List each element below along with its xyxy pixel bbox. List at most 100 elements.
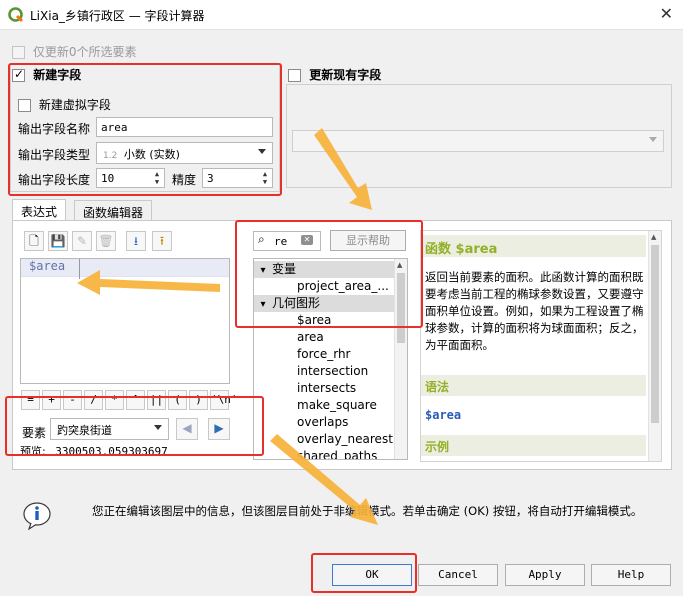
virtual-field-checkbox[interactable] (18, 99, 31, 112)
feature-select[interactable]: 趵突泉街道 (50, 418, 169, 440)
field-name-input[interactable]: area (96, 117, 273, 137)
ok-button[interactable]: OK (332, 564, 412, 586)
search-icon: ⌕ (258, 232, 265, 246)
tab-expression[interactable]: 表达式 (12, 199, 67, 221)
expression-text: $area (29, 259, 66, 273)
help-examples-band: 示例 (421, 435, 646, 456)
import-icon[interactable]: ⭳ (126, 231, 146, 251)
field-length-spinbox[interactable]: 10 ▲ ▼ (96, 168, 165, 188)
preview-value: 3300503.059303697 (55, 445, 168, 455)
field-name-label: 输出字段名称 (18, 122, 91, 136)
tree-item[interactable]: $area (297, 312, 331, 329)
help-syntax-label: 语法 (425, 380, 450, 394)
new-file-icon[interactable]: 🗋 (24, 231, 44, 251)
help-examples-label: 示例 (425, 440, 450, 454)
export-icon[interactable]: ⭱ (152, 231, 172, 251)
info-message: 您正在编辑该图层中的信息，但该图层目前处于非编辑模式。若单击确定 (OK) 按钮… (92, 504, 643, 518)
edit-icon: ✎ (72, 231, 92, 251)
spin-up-icon[interactable]: ▲ (152, 170, 162, 178)
preview-label: 预览: (20, 445, 46, 455)
next-feature-button[interactable]: ▶ (208, 418, 230, 440)
apply-button[interactable]: Apply (505, 564, 585, 586)
previous-feature-button[interactable]: ◀ (176, 418, 198, 440)
tree-group[interactable]: ▾ 变量 (254, 261, 394, 278)
field-length-label: 输出字段长度 (18, 173, 91, 187)
tree-item[interactable]: overlay_nearest (297, 431, 393, 448)
help-panel: 函数 $area 返回当前要素的面积。此函数计算的面积既要考虑当前工程的椭球参数… (420, 230, 662, 462)
search-value: re (274, 235, 288, 248)
precision-label: 精度 (172, 173, 197, 187)
operator-button[interactable]: / (84, 390, 103, 410)
show-help-button[interactable]: 显示帮助 (330, 230, 406, 251)
expression-editor[interactable]: $area (20, 258, 230, 384)
help-scrollbar[interactable]: ▲ (648, 231, 661, 461)
tree-item[interactable]: shared_paths (297, 448, 377, 459)
preview: 预览: 3300503.059303697 (20, 445, 168, 455)
update-existing-checkbox[interactable] (288, 69, 301, 82)
chevron-down-icon (154, 425, 162, 430)
tree-item[interactable]: project_area_... (297, 278, 389, 295)
new-field-checkbox[interactable] (12, 67, 25, 82)
function-tree[interactable]: ▾ 变量 project_area_... ▾ 几何图形 $area area force_r… (253, 258, 408, 460)
operator-button[interactable]: = (21, 390, 40, 410)
operator-button[interactable]: ^ (126, 390, 145, 410)
window-title: LiXia_乡镇行政区 — 字段计算器 (30, 9, 205, 23)
tree-scrollbar-thumb[interactable] (397, 273, 405, 343)
tree-item[interactable]: make_square (297, 397, 377, 414)
precision-value: 3 (207, 172, 214, 185)
field-length-value: 10 (101, 172, 115, 185)
chevron-down-icon (649, 137, 657, 142)
existing-field-select (292, 130, 664, 152)
spin-down-icon[interactable]: ▼ (260, 178, 270, 186)
current-line: $area (21, 259, 229, 277)
update-selected-label: 仅更新0个所选要素 (32, 45, 137, 59)
clear-search-icon[interactable]: ✕ (301, 235, 313, 245)
text-cursor (79, 259, 80, 279)
function-tree-list: ▾ 变量 project_area_... ▾ 几何图形 $area area force_r… (254, 259, 394, 459)
precision-spinbox[interactable]: 3 ▲ ▼ (202, 168, 273, 188)
delete-icon: 🗑 (96, 231, 116, 251)
virtual-field-label: 新建虚拟字段 (38, 98, 111, 112)
operator-button[interactable]: + (42, 390, 61, 410)
chevron-down-icon (258, 149, 266, 154)
field-type-select[interactable]: 1.2 小数 (实数) (96, 142, 273, 164)
expand-caret-icon[interactable]: ▾ (254, 262, 272, 279)
title-bar: LiXia_乡镇行政区 — 字段计算器 ✕ (0, 0, 683, 30)
tree-item[interactable]: area (297, 329, 324, 346)
update-existing-label: 更新现有字段 (309, 68, 382, 82)
cancel-button[interactable]: Cancel (418, 564, 498, 586)
new-field-label: 新建字段 (33, 68, 82, 82)
expand-caret-icon[interactable]: ▾ (254, 296, 272, 313)
help-title-band: 函数 $area (421, 235, 646, 257)
help-button[interactable]: Help (591, 564, 671, 586)
tree-item[interactable]: overlaps (297, 414, 348, 431)
save-icon[interactable]: 💾 (48, 231, 68, 251)
operator-button[interactable]: '\n' (210, 390, 238, 410)
spin-up-icon[interactable]: ▲ (260, 170, 270, 178)
feature-label: 要素 (22, 426, 47, 440)
tab-function-editor[interactable]: 函数编辑器 (74, 200, 153, 221)
operator-button[interactable]: * (105, 390, 124, 410)
update-existing-toggle[interactable]: 更新现有字段 (288, 66, 381, 83)
tree-scrollbar[interactable]: ▲ (394, 259, 407, 459)
field-type-value: 小数 (实数) (123, 148, 180, 161)
tree-group[interactable]: ▾ 几何图形 (254, 295, 394, 312)
feature-value: 趵突泉街道 (57, 424, 112, 437)
help-syntax: $area (425, 408, 462, 422)
tree-item[interactable]: force_rhr (297, 346, 350, 363)
tree-item[interactable]: intersects (297, 380, 356, 397)
operator-button[interactable]: ( (168, 390, 187, 410)
qgis-logo-icon (8, 7, 24, 23)
help-syntax-band: 语法 (421, 375, 646, 396)
operator-button[interactable]: - (63, 390, 82, 410)
tree-group-label: 变量 (272, 262, 297, 276)
tree-item[interactable]: intersection (297, 363, 368, 380)
help-scrollbar-thumb[interactable] (651, 245, 659, 423)
new-field-toggle[interactable]: 新建字段 (12, 66, 81, 83)
operator-button[interactable]: || (147, 390, 166, 410)
field-type-label: 输出字段类型 (18, 148, 91, 162)
spin-down-icon[interactable]: ▼ (152, 178, 162, 186)
virtual-field-option[interactable]: 新建虚拟字段 (18, 96, 111, 113)
operator-button[interactable]: ) (189, 390, 208, 410)
close-icon[interactable]: ✕ (660, 4, 673, 23)
